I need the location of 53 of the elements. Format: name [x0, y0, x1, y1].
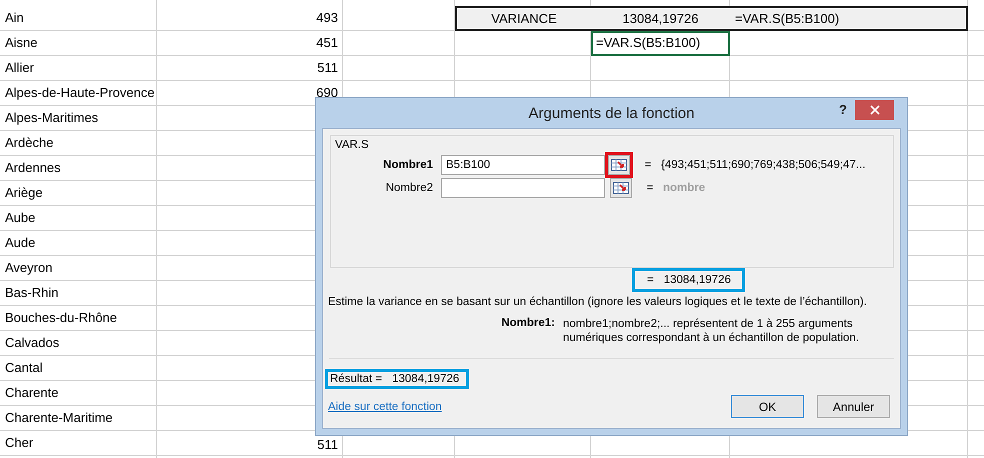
- table-cell-text: 493: [315, 9, 339, 27]
- dialog-button[interactable]: OK: [731, 395, 804, 418]
- table-cell-text: Alpes-Maritimes: [4, 109, 100, 127]
- table-cell-text: 511: [316, 59, 339, 77]
- table-cell-text: Cher: [4, 434, 34, 452]
- table-cell-text: Bouches-du-Rhône: [4, 309, 118, 327]
- table-cell-text: 511: [316, 436, 339, 454]
- table-cell: 13084,19726: [591, 6, 730, 31]
- argument-value: nombre: [663, 182, 706, 194]
- argument-value: {493;451;511;690;769;438;506;549;47...: [661, 158, 866, 170]
- argument-help-text: nombre1;nombre2;... représentent de 1 à 255 arguments numériques correspondant à un échantillon de population.: [563, 317, 860, 345]
- table-cell: VARIANCE: [455, 6, 591, 31]
- dialog-title: Arguments de la fonction: [528, 104, 694, 122]
- dialog-button[interactable]: Annuler: [817, 395, 890, 418]
- table-cell-text: Charente: [4, 384, 60, 402]
- table-cell-text: Ardèche: [4, 134, 54, 152]
- close-button[interactable]: [855, 100, 894, 120]
- table-cell-text: 690: [315, 84, 339, 102]
- table-cell-text: Aude: [4, 234, 36, 252]
- table-cell-text: 451: [315, 34, 339, 52]
- grid-arrow-icon: [613, 182, 629, 194]
- table-cell-text: Ain: [4, 9, 25, 27]
- table-cell-text: Charente-Maritime: [4, 409, 114, 427]
- table-cell-text: Aisne: [4, 34, 39, 52]
- argument-field[interactable]: [441, 178, 605, 198]
- argument-label: Nombre2: [384, 182, 434, 194]
- table-cell-text: Allier: [4, 59, 35, 77]
- help-button[interactable]: ?: [839, 102, 847, 117]
- result-label: Résultat =: [330, 373, 382, 385]
- close-icon: [870, 105, 880, 115]
- grid-arrow-icon: [611, 158, 627, 170]
- equals-sign: =: [646, 182, 654, 194]
- argument-help-label: Nombre1:: [500, 317, 556, 331]
- help-link[interactable]: Aide sur cette fonction: [328, 400, 442, 412]
- selected-cell[interactable]: =VAR.S(B5:B100): [591, 31, 730, 56]
- equals-sign: =: [647, 274, 654, 286]
- table-cell-text: Cantal: [4, 359, 44, 377]
- table-cell-text: Aube: [4, 209, 36, 227]
- equals-sign: =: [644, 158, 652, 170]
- table-cell-text: Ariège: [4, 184, 44, 202]
- table-cell-text: Ardennes: [4, 159, 62, 177]
- table-cell: =VAR.S(B5:B100): [730, 6, 968, 31]
- function-description: Estime la variance en se basant sur un échantillon (ignore les valeurs logiques et le texte de l’échantillon).: [327, 295, 868, 308]
- table-cell-text: Aveyron: [4, 259, 54, 277]
- table-cell-text: Bas-Rhin: [4, 284, 60, 302]
- argument-field[interactable]: B5:B100: [441, 154, 605, 174]
- function-name: VAR.S: [335, 139, 369, 151]
- table-cell-text: Alpes-de-Haute-Provence: [4, 84, 156, 102]
- table-cell-text: Calvados: [4, 334, 60, 352]
- range-picker-button[interactable]: [610, 178, 632, 198]
- result-value: 13084,19726: [392, 373, 460, 385]
- formula-result: 13084,19726: [664, 274, 731, 286]
- argument-label: Nombre1: [382, 158, 434, 170]
